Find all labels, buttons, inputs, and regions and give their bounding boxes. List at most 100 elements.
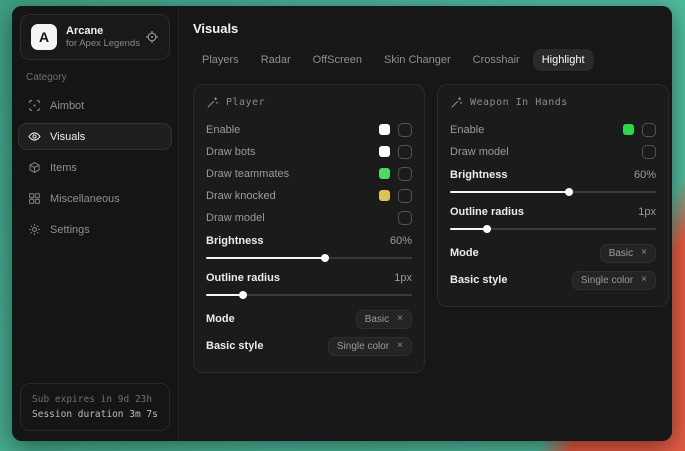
close-icon[interactable]: × bbox=[641, 275, 647, 285]
setting-label: Outline radius bbox=[206, 272, 280, 284]
panel-title: Weapon In Hands bbox=[470, 97, 568, 108]
panels-container: Player Enable Draw bots Draw teammates D… bbox=[193, 84, 669, 373]
sidebar-item-visuals[interactable]: Visuals bbox=[18, 123, 172, 150]
setting-label: Draw teammates bbox=[206, 168, 289, 180]
slider-value: 60% bbox=[390, 235, 412, 247]
color-swatch[interactable] bbox=[379, 124, 390, 135]
page-title: Visuals bbox=[193, 21, 669, 36]
setting-label: Brightness bbox=[450, 169, 507, 181]
tag[interactable]: Single color × bbox=[328, 337, 412, 356]
slider[interactable] bbox=[450, 224, 656, 234]
checkbox[interactable] bbox=[398, 145, 412, 159]
package-icon bbox=[28, 161, 41, 174]
wand-icon bbox=[450, 96, 463, 109]
slider-value: 1px bbox=[394, 272, 412, 284]
checkbox[interactable] bbox=[398, 123, 412, 137]
setting-label: Draw knocked bbox=[206, 190, 276, 202]
sidebar-item-label: Visuals bbox=[50, 131, 85, 143]
sidebar-item-aimbot[interactable]: Aimbot bbox=[18, 92, 172, 119]
tab-highlight[interactable]: Highlight bbox=[533, 49, 594, 71]
setting-label: Enable bbox=[206, 124, 240, 136]
sidebar-nav: Aimbot Visuals Items Miscellaneous Setti… bbox=[12, 92, 178, 243]
color-swatch[interactable] bbox=[623, 124, 634, 135]
sidebar-item-label: Aimbot bbox=[50, 100, 84, 112]
slider-value: 1px bbox=[638, 206, 656, 218]
tag-label: Basic bbox=[609, 248, 633, 259]
slider[interactable] bbox=[206, 253, 412, 263]
tab-players[interactable]: Players bbox=[193, 49, 248, 71]
sidebar-item-items[interactable]: Items bbox=[18, 154, 172, 181]
app-header-card: A Arcane for Apex Legends bbox=[20, 14, 170, 60]
slider-thumb[interactable] bbox=[483, 225, 491, 233]
toggle-row: Enable bbox=[450, 119, 656, 140]
select-row: Mode Basic × bbox=[450, 240, 656, 266]
checkbox[interactable] bbox=[642, 145, 656, 159]
tab-offscreen[interactable]: OffScreen bbox=[304, 49, 371, 71]
tab-bar: PlayersRadarOffScreenSkin ChangerCrossha… bbox=[193, 49, 669, 71]
color-swatch[interactable] bbox=[379, 190, 390, 201]
color-swatch[interactable] bbox=[379, 146, 390, 157]
sidebar-item-label: Settings bbox=[50, 224, 90, 236]
app-window: A Arcane for Apex Legends Category Aimbo… bbox=[12, 6, 672, 441]
checkbox[interactable] bbox=[398, 189, 412, 203]
wand-icon bbox=[206, 96, 219, 109]
tag[interactable]: Single color × bbox=[572, 271, 656, 290]
tab-radar[interactable]: Radar bbox=[252, 49, 300, 71]
setting-label: Brightness bbox=[206, 235, 263, 247]
toggle-row: Draw model bbox=[450, 141, 656, 162]
close-icon[interactable]: × bbox=[397, 314, 403, 324]
category-section-label: Category bbox=[26, 72, 164, 83]
close-icon[interactable]: × bbox=[641, 248, 647, 258]
session-duration-text: Session duration 3m 7s bbox=[32, 407, 158, 422]
tag[interactable]: Basic × bbox=[356, 310, 412, 329]
panel-player: Player Enable Draw bots Draw teammates D… bbox=[193, 84, 425, 373]
slider-thumb[interactable] bbox=[565, 188, 573, 196]
checkbox[interactable] bbox=[642, 123, 656, 137]
tab-skin-changer[interactable]: Skin Changer bbox=[375, 49, 460, 71]
close-icon[interactable]: × bbox=[397, 341, 403, 351]
slider-row: Brightness 60% bbox=[206, 232, 412, 263]
slider-value: 60% bbox=[634, 169, 656, 181]
toggle-row: Draw model bbox=[206, 207, 412, 228]
setting-label: Mode bbox=[450, 247, 479, 259]
sidebar: A Arcane for Apex Legends Category Aimbo… bbox=[12, 6, 179, 441]
slider-row: Outline radius 1px bbox=[206, 269, 412, 300]
eye-icon bbox=[28, 130, 41, 143]
app-subtitle: for Apex Legends bbox=[66, 38, 136, 50]
setting-label: Draw model bbox=[206, 212, 265, 224]
setting-label: Draw model bbox=[450, 146, 509, 158]
panel-title: Player bbox=[226, 97, 265, 108]
slider[interactable] bbox=[450, 187, 656, 197]
setting-label: Basic style bbox=[450, 274, 507, 286]
slider-fill bbox=[450, 191, 569, 193]
setting-label: Outline radius bbox=[450, 206, 524, 218]
color-swatch[interactable] bbox=[379, 168, 390, 179]
main-content: Visuals PlayersRadarOffScreenSkin Change… bbox=[179, 6, 672, 441]
select-row: Basic style Single color × bbox=[450, 267, 656, 293]
toggle-row: Draw teammates bbox=[206, 163, 412, 184]
slider-row: Brightness 60% bbox=[450, 166, 656, 197]
grid-icon bbox=[28, 192, 41, 205]
target-icon[interactable] bbox=[145, 30, 159, 44]
sidebar-item-settings[interactable]: Settings bbox=[18, 216, 172, 243]
setting-label: Enable bbox=[450, 124, 484, 136]
toggle-row: Draw bots bbox=[206, 141, 412, 162]
tag-label: Basic bbox=[365, 314, 389, 325]
app-logo: A bbox=[31, 24, 57, 50]
slider-thumb[interactable] bbox=[239, 291, 247, 299]
slider-row: Outline radius 1px bbox=[450, 203, 656, 234]
tag[interactable]: Basic × bbox=[600, 244, 656, 263]
slider-thumb[interactable] bbox=[321, 254, 329, 262]
slider-fill bbox=[206, 257, 325, 259]
sidebar-item-miscellaneous[interactable]: Miscellaneous bbox=[18, 185, 172, 212]
setting-label: Mode bbox=[206, 313, 235, 325]
slider-fill bbox=[450, 228, 487, 230]
select-row: Mode Basic × bbox=[206, 306, 412, 332]
checkbox[interactable] bbox=[398, 167, 412, 181]
subscription-info-card: Sub expires in 9d 23h Session duration 3… bbox=[20, 383, 170, 431]
toggle-row: Enable bbox=[206, 119, 412, 140]
select-row: Basic style Single color × bbox=[206, 333, 412, 359]
tab-crosshair[interactable]: Crosshair bbox=[464, 49, 529, 71]
checkbox[interactable] bbox=[398, 211, 412, 225]
slider[interactable] bbox=[206, 290, 412, 300]
